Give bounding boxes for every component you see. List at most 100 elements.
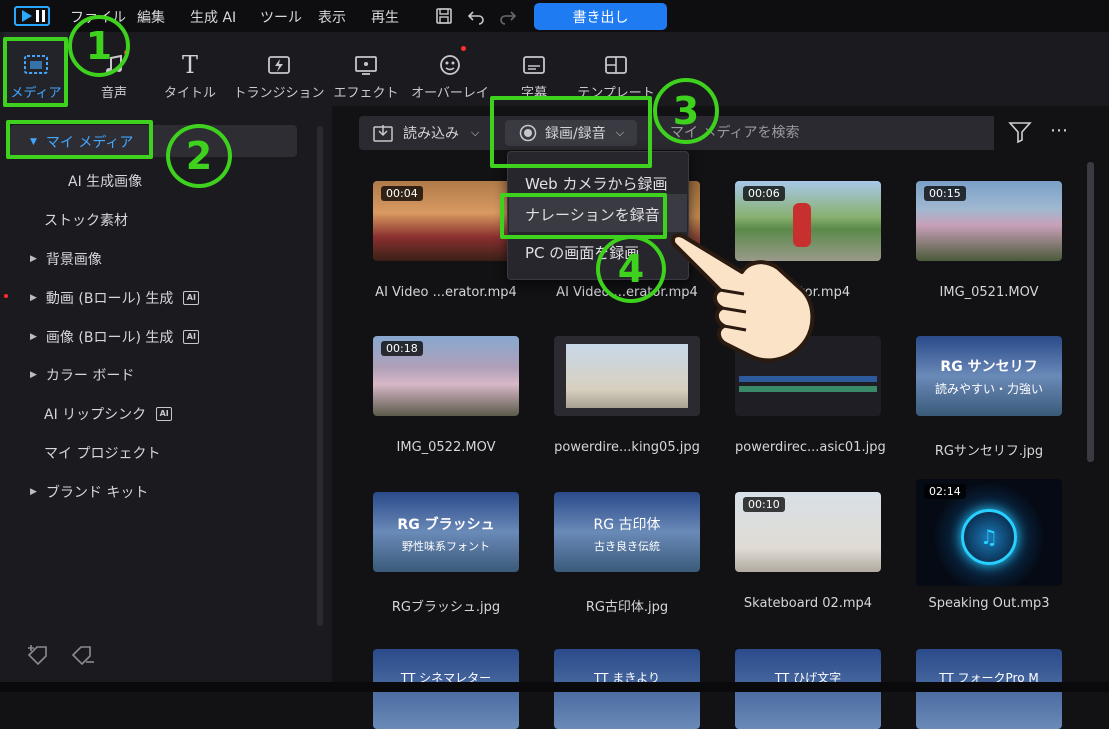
- step-badge-2: 2: [166, 124, 232, 188]
- chevron-right-icon: ▶: [30, 487, 37, 497]
- thumbnail: 00:15: [916, 181, 1062, 261]
- media-name: RG古印体.jpg: [585, 600, 669, 615]
- timeline-track: [739, 386, 877, 392]
- media-name: Skateboard 02.mp4: [743, 596, 873, 611]
- media-item[interactable]: 00:10 Skateboard 02.mp4: [735, 492, 881, 611]
- media-name: RGブラッシュ.jpg: [391, 600, 501, 615]
- ai-badge-icon: AI: [183, 291, 200, 305]
- sidebar-item-label: 動画 (Bロール) 生成: [45, 291, 174, 307]
- redo-icon[interactable]: [497, 5, 519, 27]
- media-item[interactable]: RG 古印体 古き良き伝統 RG古印体.jpg: [554, 492, 700, 615]
- ai-badge-icon: AI: [156, 407, 173, 421]
- media-item[interactable]: 00:04 AI Video ...erator.mp4: [373, 181, 519, 300]
- sidebar-item-label: マイ プロジェクト: [44, 446, 161, 462]
- tab-audio-label: 音声: [100, 86, 127, 101]
- new-badge: [4, 294, 8, 298]
- tab-title-label: タイトル: [163, 86, 216, 101]
- library-sidebar: ▼ マイ メディア AI 生成画像 ストック素材 ▶ 背景画像 ▶ 動画 (Bロ…: [0, 106, 332, 692]
- duration-badge: 00:04: [381, 186, 423, 201]
- media-name: RGサンセリフ.jpg: [934, 444, 1044, 459]
- save-icon[interactable]: [433, 5, 455, 27]
- tab-transition[interactable]: トランジション: [233, 32, 325, 106]
- more-options-icon[interactable]: ⋯: [1050, 120, 1069, 141]
- tab-title[interactable]: T タイトル: [160, 32, 220, 106]
- media-item[interactable]: RG サンセリフ 読みやすい・力強い RGサンセリフ.jpg: [916, 336, 1062, 459]
- highlight-box-2: [6, 120, 153, 159]
- undo-icon[interactable]: [465, 5, 487, 27]
- subtitle-icon: [520, 52, 548, 78]
- tab-template[interactable]: テンプレート: [577, 32, 655, 106]
- thumbnail: RG 古印体 古き良き伝統: [554, 492, 700, 572]
- sidebar-scrollbar[interactable]: [317, 126, 323, 626]
- media-name: powerdirec...asic01.jpg: [735, 440, 886, 455]
- sidebar-item-label: ブランド キット: [45, 485, 149, 501]
- thumb-title: RG 古印体: [593, 517, 661, 533]
- thumbnail: 00:04: [373, 181, 519, 261]
- tab-subtitle[interactable]: 字幕: [510, 32, 558, 106]
- remove-tag-icon[interactable]: [70, 644, 96, 666]
- filter-icon[interactable]: [1008, 120, 1032, 144]
- thumbnail: 00:10: [735, 492, 881, 572]
- title-t-icon: T: [181, 51, 198, 79]
- thumb-subtitle: 読みやすい・力強い: [934, 382, 1043, 396]
- chevron-right-icon: ▶: [30, 370, 37, 380]
- duration-badge: 00:18: [381, 341, 423, 356]
- timeline-track: [739, 376, 877, 382]
- highlight-box-1: [3, 37, 68, 107]
- menu-play[interactable]: 再生: [371, 7, 399, 27]
- sidebar-item-video-broll[interactable]: ▶ 動画 (Bロール) 生成 AI: [30, 288, 200, 308]
- template-icon: [602, 52, 630, 78]
- import-button[interactable]: 読み込み ⌵: [373, 116, 479, 150]
- chevron-right-icon: ▶: [30, 293, 37, 303]
- chevron-down-icon: ⌵: [471, 126, 480, 139]
- media-item[interactable]: RG ブラッシュ 野性味系フォント RGブラッシュ.jpg: [373, 492, 519, 615]
- chevron-right-icon: ▶: [30, 254, 37, 264]
- menu-item-webcam[interactable]: Web カメラから録画: [525, 173, 667, 194]
- tab-overlay[interactable]: オーバーレイ: [411, 32, 489, 106]
- sidebar-item-label: 背景画像: [45, 252, 102, 268]
- sidebar-item-label: ストック素材: [44, 213, 128, 229]
- thumb-title: RG ブラッシュ: [397, 517, 495, 533]
- menu-edit[interactable]: 編集: [137, 7, 165, 27]
- media-item[interactable]: 00:15 IMG_0521.MOV: [916, 181, 1062, 300]
- menu-tools[interactable]: ツール: [260, 7, 302, 27]
- thumb-subtitle: 野性味系フォント: [402, 540, 490, 553]
- step-badge-1: 1: [68, 15, 130, 77]
- export-button[interactable]: 書き出し: [534, 3, 667, 30]
- highlight-box-3: [490, 96, 652, 168]
- overlay-icon: [436, 52, 464, 78]
- thumbnail: RG ブラッシュ 野性味系フォント: [373, 492, 519, 572]
- effect-icon: [352, 52, 380, 78]
- step-badge-3: 3: [653, 78, 719, 144]
- sidebar-item-backgrounds[interactable]: ▶ 背景画像: [30, 249, 102, 269]
- menu-bar: ファイル 編集 生成 AI ツール 表示 再生 書き出し: [0, 0, 1109, 32]
- sidebar-item-label: 画像 (Bロール) 生成: [45, 330, 174, 346]
- sidebar-item-stock[interactable]: ストック素材: [44, 210, 128, 230]
- media-item[interactable]: 02:14 ♫ Speaking Out.mp3: [916, 479, 1062, 611]
- new-badge: [461, 46, 466, 51]
- duration-badge: 00:10: [743, 497, 785, 512]
- sidebar-item-label: カラー ボード: [45, 368, 135, 384]
- grid-scrollbar[interactable]: [1087, 162, 1094, 462]
- tab-overlay-label: オーバーレイ: [411, 86, 489, 101]
- pointing-hand-icon: [671, 233, 815, 363]
- sidebar-item-label: AI 生成画像: [68, 174, 143, 190]
- media-name: IMG_0522.MOV: [396, 440, 496, 455]
- sidebar-item-ai-lipsync[interactable]: AI リップシンク AI: [44, 404, 173, 424]
- sidebar-item-my-projects[interactable]: マイ プロジェクト: [44, 443, 160, 463]
- thumbnail: 02:14 ♫: [916, 479, 1062, 586]
- add-tag-icon[interactable]: [26, 644, 52, 666]
- menu-view[interactable]: 表示: [318, 7, 346, 27]
- sidebar-item-image-broll[interactable]: ▶ 画像 (Bロール) 生成 AI: [30, 327, 200, 347]
- menu-gen-ai[interactable]: 生成 AI: [190, 7, 236, 27]
- tab-effect-label: エフェクト: [333, 86, 399, 101]
- sidebar-item-ai-images[interactable]: AI 生成画像: [68, 171, 142, 191]
- media-library-panel: 読み込み ⌵ 録画/録音 ⌵ ⋯ 00:04 AI Video ...erato…: [332, 106, 1109, 729]
- tab-effect[interactable]: エフェクト: [333, 32, 399, 106]
- tab-transition-label: トランジション: [233, 86, 325, 101]
- media-item[interactable]: 00:18 IMG_0522.MOV: [373, 336, 519, 455]
- import-icon: [373, 125, 393, 142]
- sidebar-item-color-board[interactable]: ▶ カラー ボード: [30, 365, 134, 385]
- step-badge-4: 4: [596, 235, 666, 303]
- sidebar-item-brand-kit[interactable]: ▶ ブランド キット: [30, 482, 148, 502]
